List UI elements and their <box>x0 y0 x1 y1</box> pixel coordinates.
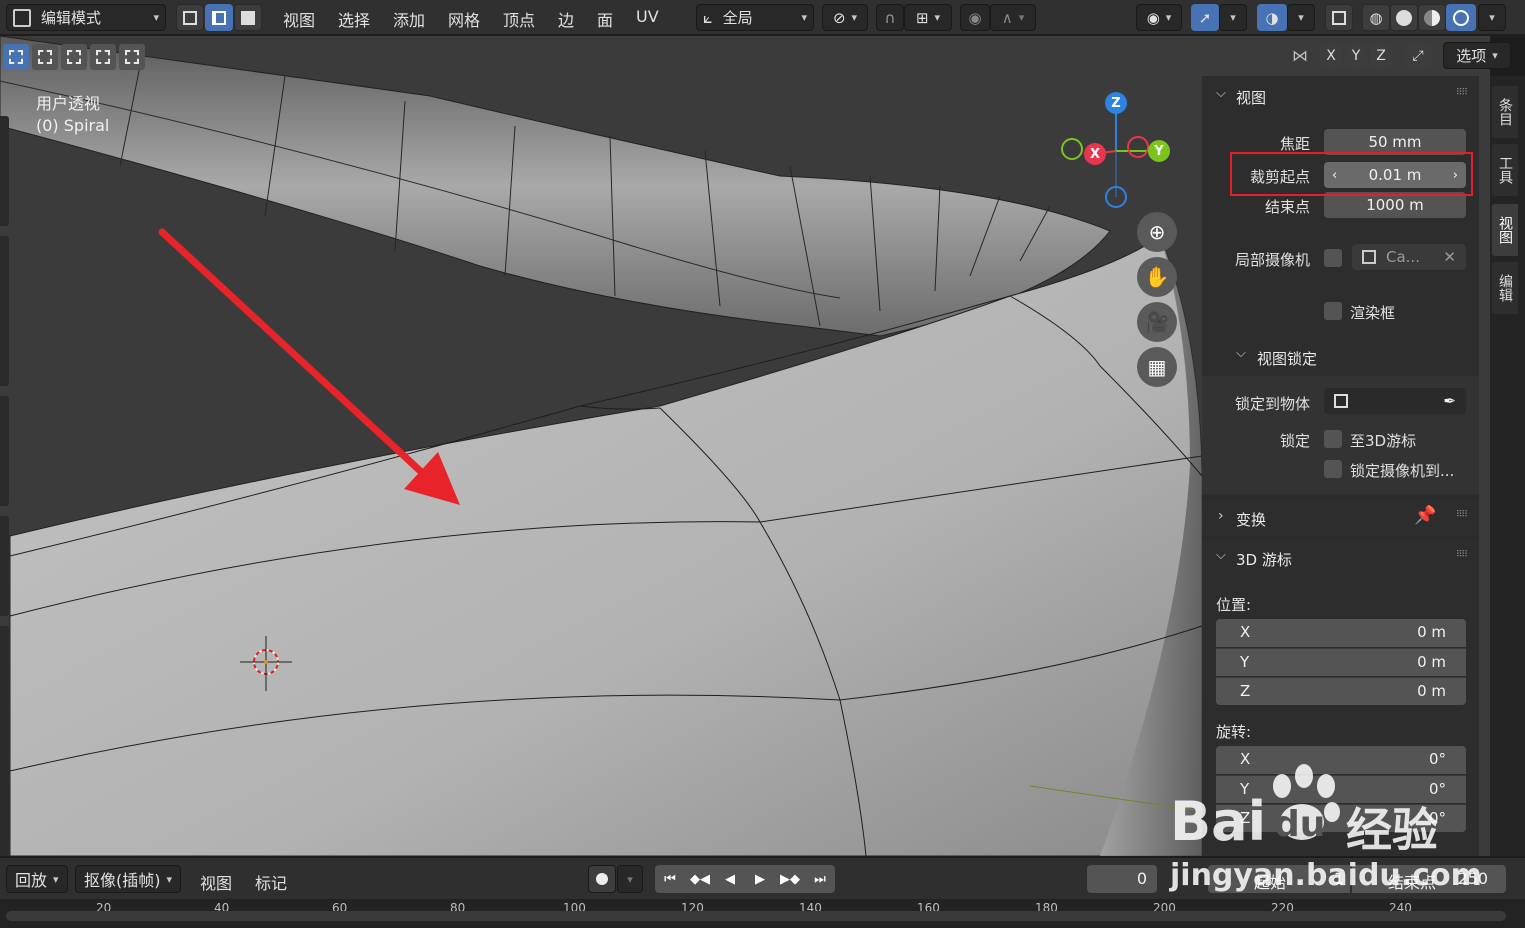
location-x-value: 0 m <box>1417 623 1446 641</box>
jump-end-icon: ⏭ <box>814 871 826 887</box>
current-frame-field[interactable]: 0 <box>1087 865 1157 893</box>
keying-dropdown[interactable]: 抠像(插帧) ▾ <box>75 865 182 893</box>
render-region-label[interactable]: 渲染框 <box>1350 302 1395 323</box>
chevron-down-icon[interactable]: ⌵ <box>1216 548 1226 563</box>
lock-to-cursor-checkbox[interactable] <box>1324 430 1342 448</box>
frame-start-value: 1 <box>1333 869 1344 888</box>
timeline-header: 回放 ▾ 抠像(插帧) ▾ 视图 标记 ▾ ⏮ ◆◀ ◀ ▶ ▶◆ ⏭ 0 起始… <box>0 857 1525 899</box>
lock-camera-label[interactable]: 锁定摄像机到... <box>1350 460 1454 481</box>
local-camera-field[interactable]: Ca... ✕ <box>1352 244 1466 270</box>
clip-end-label: 结束点 <box>1264 198 1310 216</box>
close-icon[interactable]: ✕ <box>1443 248 1456 266</box>
lock-label: 锁定 <box>1279 432 1310 450</box>
timeline-ruler[interactable]: 20 40 60 80 100 120 140 160 180 200 220 … <box>0 899 1525 928</box>
highlight-box <box>1230 152 1473 196</box>
jump-end-button[interactable]: ⏭ <box>805 865 835 893</box>
frame-end-value: 250 <box>1457 869 1488 888</box>
view-section-title[interactable]: 视图 <box>1236 87 1266 108</box>
chevron-down-icon: ▾ <box>53 872 59 886</box>
local-camera-label: 局部摄像机 <box>1234 251 1310 269</box>
axis-label: X <box>1240 623 1251 641</box>
axis-label: Y <box>1240 653 1250 671</box>
location-x-field[interactable]: X 0 m <box>1216 619 1466 647</box>
jump-start-icon: ⏮ <box>664 871 676 887</box>
tab-edit[interactable]: 编辑 <box>1492 262 1518 314</box>
jump-start-button[interactable]: ⏮ <box>655 865 685 893</box>
focal-length-label: 焦距 <box>1279 135 1310 153</box>
rotation-z-field[interactable]: Z 0° <box>1216 804 1466 832</box>
view-section: ⌵ 视图 ⠿⠿ 焦距 50 mm 裁剪起点 ‹ 0.01 m › 结束点 100… <box>1202 76 1479 496</box>
current-frame-value: 0 <box>1136 869 1147 888</box>
chevron-right-icon[interactable]: › <box>1218 508 1224 524</box>
axis-label: Y <box>1240 780 1250 798</box>
location-y-field[interactable]: Y 0 m <box>1216 648 1466 676</box>
play-reverse-button[interactable]: ◀ <box>715 865 745 893</box>
frame-start-label: 起始 <box>1254 873 1287 892</box>
play-button[interactable]: ▶ <box>745 865 775 893</box>
pin-icon[interactable]: 📌 <box>1414 505 1436 526</box>
local-camera-value: Ca... <box>1386 248 1420 266</box>
axis-label: X <box>1240 750 1251 768</box>
clip-end-value: 1000 m <box>1366 196 1424 214</box>
prev-keyframe-icon: ◆◀ <box>690 871 710 887</box>
location-y-value: 0 m <box>1417 653 1446 671</box>
play-icon: ▶ <box>755 871 765 887</box>
drag-handle-icon[interactable]: ⠿⠿ <box>1456 88 1468 98</box>
location-z-value: 0 m <box>1417 682 1446 700</box>
rotation-z-value: 0° <box>1428 809 1446 827</box>
rotation-y-value: 0° <box>1428 780 1446 798</box>
chevron-down-icon: ▾ <box>627 872 633 886</box>
rotation-label: 旋转: <box>1216 723 1252 741</box>
next-keyframe-icon: ▶◆ <box>780 871 800 887</box>
axis-label: Z <box>1240 682 1251 700</box>
rotation-x-field[interactable]: X 0° <box>1216 746 1466 774</box>
object-icon <box>1334 394 1348 408</box>
timeline-scrollbar[interactable] <box>6 911 1506 921</box>
rotation-y-field[interactable]: Y 0° <box>1216 775 1466 803</box>
sidebar-tabs: 条目 工具 视图 编辑 <box>1490 76 1525 856</box>
transform-section[interactable]: › 变换 📌 ⠿⠿ <box>1202 500 1479 536</box>
keying-label: 抠像(插帧) <box>84 871 161 890</box>
lock-to-object-label: 锁定到物体 <box>1234 395 1310 413</box>
frame-end-label: 结束点 <box>1388 873 1437 892</box>
play-reverse-icon: ◀ <box>725 871 735 887</box>
location-label: 位置: <box>1216 596 1252 614</box>
chevron-down-icon[interactable]: ⌵ <box>1236 346 1246 361</box>
lock-camera-checkbox[interactable] <box>1324 460 1342 478</box>
frame-start-field[interactable]: 起始 1 <box>1208 865 1350 893</box>
view-lock-title[interactable]: 视图锁定 <box>1257 348 1317 369</box>
local-camera-checkbox[interactable] <box>1324 249 1342 267</box>
next-keyframe-button[interactable]: ▶◆ <box>775 865 805 893</box>
transform-title[interactable]: 变换 <box>1236 509 1266 530</box>
camera-object-icon <box>1362 250 1376 264</box>
lock-to-cursor-label[interactable]: 至3D游标 <box>1350 430 1416 451</box>
autokey-toggle[interactable] <box>588 865 616 893</box>
timeline-menu-view[interactable]: 视图 <box>200 870 232 894</box>
timeline-menu-marker[interactable]: 标记 <box>255 870 287 894</box>
eyedropper-icon[interactable]: ✒ <box>1443 392 1456 410</box>
drag-handle-icon[interactable]: ⠿⠿ <box>1456 510 1468 520</box>
focal-length-value: 50 mm <box>1368 133 1422 151</box>
tab-item[interactable]: 条目 <box>1492 86 1518 138</box>
lock-to-object-field[interactable]: ✒ <box>1324 388 1466 414</box>
playback-dropdown[interactable]: 回放 ▾ <box>6 865 68 893</box>
tab-tool[interactable]: 工具 <box>1492 144 1518 196</box>
3d-cursor-section: ⌵ 3D 游标 ⠿⠿ 位置: X 0 m Y 0 m Z 0 m 旋转: X 0… <box>1202 540 1479 856</box>
location-z-field[interactable]: Z 0 m <box>1216 677 1466 705</box>
keying-set-dropdown[interactable]: ▾ <box>617 865 643 893</box>
chevron-down-icon[interactable]: ⌵ <box>1216 86 1226 101</box>
chevron-down-icon: ▾ <box>166 872 173 886</box>
playback-label: 回放 <box>15 871 48 890</box>
prev-keyframe-button[interactable]: ◆◀ <box>685 865 715 893</box>
3d-cursor-title[interactable]: 3D 游标 <box>1236 549 1292 570</box>
drag-handle-icon[interactable]: ⠿⠿ <box>1456 550 1468 560</box>
tab-view[interactable]: 视图 <box>1492 204 1518 256</box>
axis-label: Z <box>1240 809 1251 827</box>
rotation-x-value: 0° <box>1428 750 1446 768</box>
record-icon <box>596 873 608 885</box>
frame-end-field[interactable]: 结束点 250 <box>1352 865 1506 893</box>
render-region-checkbox[interactable] <box>1324 302 1342 320</box>
